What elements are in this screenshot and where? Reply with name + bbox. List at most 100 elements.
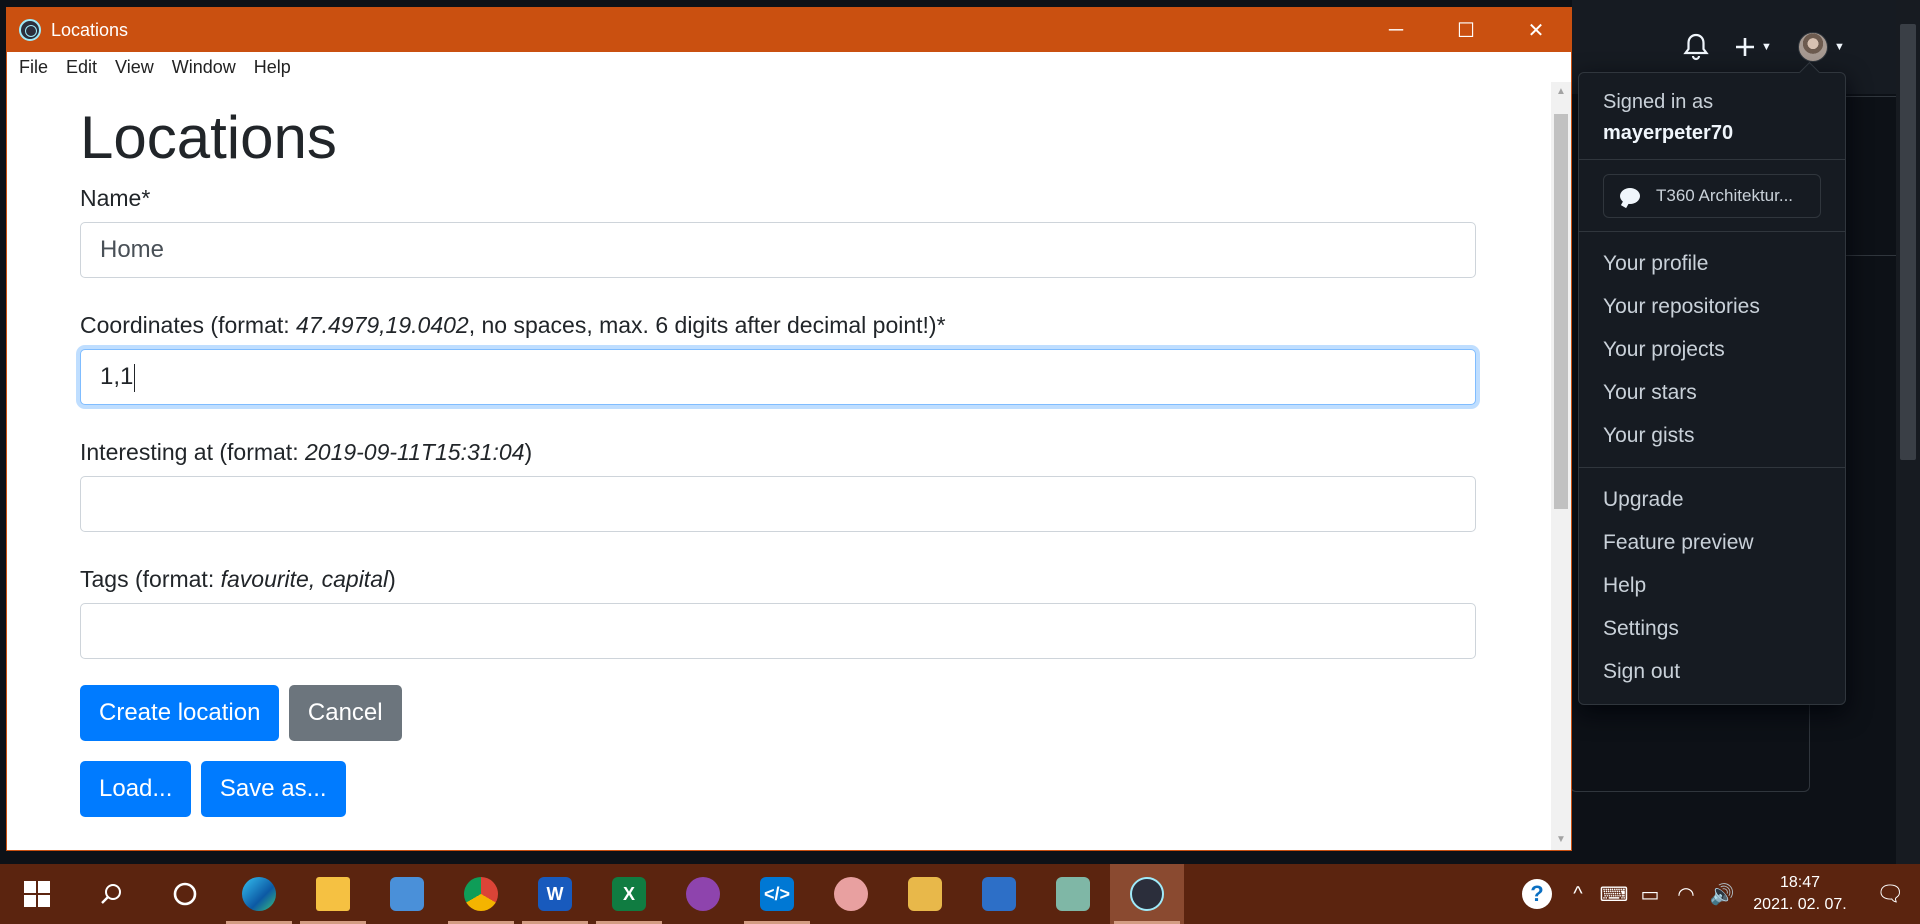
settings-link[interactable]: Settings (1579, 607, 1845, 650)
interesting-label-prefix: Interesting at (format: (80, 439, 305, 465)
scroll-down-arrow-icon[interactable]: ▼ (1551, 830, 1571, 850)
taskbar-electron[interactable] (1110, 864, 1184, 924)
edge-icon (242, 877, 276, 911)
your-profile-link[interactable]: Your profile (1579, 242, 1845, 285)
menu-file[interactable]: File (10, 57, 57, 78)
notifications-bell-icon[interactable] (1683, 30, 1709, 64)
create-location-button[interactable]: Create location (80, 685, 280, 741)
menu-group-account: Upgrade Feature preview Help Settings Si… (1579, 468, 1845, 703)
feature-preview-link[interactable]: Feature preview (1579, 521, 1845, 564)
github-lower-panel (1570, 700, 1810, 792)
create-new-plus-icon[interactable]: ▼ (1735, 30, 1772, 64)
electron-icon (1130, 877, 1164, 911)
taskbar-edge[interactable] (222, 864, 296, 924)
taskbar-chrome[interactable] (444, 864, 518, 924)
battery-icon[interactable]: ▭ (1632, 882, 1668, 907)
taskbar-snipping-tool[interactable] (814, 864, 888, 924)
taskbar-notepad[interactable] (1036, 864, 1110, 924)
taskbar-search-button[interactable] (74, 864, 148, 924)
avatar (1798, 32, 1828, 62)
interesting-at-label: Interesting at (format: 2019-09-11T15:31… (80, 436, 1477, 468)
menu-edit[interactable]: Edit (57, 57, 106, 78)
menu-view[interactable]: View (106, 57, 163, 78)
taskbar-sync-folder[interactable] (888, 864, 962, 924)
taskbar-file-explorer[interactable] (296, 864, 370, 924)
taskbar-excel[interactable]: X (592, 864, 666, 924)
coordinates-label-prefix: Coordinates (format: (80, 312, 297, 338)
set-status-button[interactable]: T360 Architektur... (1603, 174, 1821, 218)
notepad-icon (1056, 877, 1090, 911)
tags-input[interactable] (80, 603, 1476, 659)
menu-help[interactable]: Help (245, 57, 300, 78)
sign-out-link[interactable]: Sign out (1579, 650, 1845, 693)
taskbar-network-tool[interactable] (962, 864, 1036, 924)
signed-in-label: Signed in as (1603, 91, 1714, 113)
show-hidden-icons-chevron-icon[interactable]: ^ (1560, 883, 1596, 906)
browser-scrollbar-thumb[interactable] (1900, 24, 1916, 460)
menu-bar: File Edit View Window Help (7, 52, 1571, 82)
help-link[interactable]: Help (1579, 564, 1845, 607)
search-icon (101, 884, 121, 904)
taskbar-github-desktop[interactable] (666, 864, 740, 924)
signed-in-header: Signed in as mayerpeter70 (1579, 73, 1845, 159)
browser-scrollbar[interactable] (1896, 0, 1920, 864)
page-content: Locations Name* Home Coordinates (format… (7, 82, 1550, 850)
taskbar-vscode[interactable]: </> (740, 864, 814, 924)
taskbar-remote-desktop[interactable] (370, 864, 444, 924)
cancel-button[interactable]: Cancel (288, 685, 402, 741)
word-icon: W (538, 877, 572, 911)
menu-window[interactable]: Window (163, 57, 245, 78)
action-center-icon[interactable]: 🗨 (1860, 881, 1920, 907)
coordinates-label-suffix: , no spaces, max. 6 digits after decimal… (468, 312, 946, 338)
load-button[interactable]: Load... (80, 761, 192, 817)
your-gists-link[interactable]: Your gists (1579, 414, 1845, 457)
wifi-icon[interactable]: ◠ (1668, 882, 1704, 907)
windows-taskbar: W X </> ? ^ ⌨ ▭ ◠ 🔊 18:47 2021. 02. 07. … (0, 864, 1920, 924)
taskbar-clock[interactable]: 18:47 2021. 02. 07. (1740, 872, 1860, 916)
your-stars-link[interactable]: Your stars (1579, 371, 1845, 414)
clock-time: 18:47 (1779, 874, 1821, 891)
help-icon[interactable]: ? (1522, 879, 1552, 909)
page-title: Locations (80, 104, 337, 171)
speech-bubble-icon (1620, 188, 1640, 204)
minimize-button[interactable]: ─ (1361, 8, 1431, 52)
snipping-tool-icon (834, 877, 868, 911)
interesting-label-suffix: ) (524, 439, 533, 465)
start-button[interactable] (0, 864, 74, 924)
title-bar[interactable]: Locations ─ ☐ ✕ (7, 8, 1571, 52)
touch-keyboard-icon[interactable]: ⌨ (1596, 882, 1632, 907)
user-dropdown-menu: Signed in as mayerpeter70 T360 Architekt… (1578, 72, 1846, 705)
vertical-scrollbar[interactable]: ▲ ▼ (1551, 82, 1571, 850)
scrollbar-thumb[interactable] (1554, 114, 1568, 509)
your-repositories-link[interactable]: Your repositories (1579, 285, 1845, 328)
scroll-up-arrow-icon[interactable]: ▲ (1551, 82, 1571, 102)
username[interactable]: mayerpeter70 (1603, 122, 1733, 144)
tags-label-suffix: ) (388, 566, 396, 592)
remote-desktop-icon (390, 877, 424, 911)
excel-icon: X (612, 877, 646, 911)
github-desktop-icon (686, 877, 720, 911)
coordinates-value: 1,1 (100, 363, 134, 390)
vscode-icon: </> (760, 877, 794, 911)
upgrade-link[interactable]: Upgrade (1579, 478, 1845, 521)
interesting-at-input[interactable] (80, 476, 1476, 532)
coordinates-input[interactable]: 1,1 (80, 349, 1476, 405)
maximize-button[interactable]: ☐ (1431, 8, 1501, 52)
taskbar-word[interactable]: W (518, 864, 592, 924)
your-projects-link[interactable]: Your projects (1579, 328, 1845, 371)
minimize-icon: ─ (1388, 18, 1404, 41)
close-button[interactable]: ✕ (1501, 8, 1571, 52)
sync-folder-icon (908, 877, 942, 911)
clock-date: 2021. 02. 07. (1753, 896, 1847, 913)
name-label: Name* (80, 185, 151, 211)
user-avatar-menu[interactable]: ▼ (1798, 30, 1845, 64)
window-title: Locations (51, 19, 129, 40)
name-input[interactable]: Home (80, 222, 1476, 278)
file-explorer-icon (316, 877, 350, 911)
status-text: T360 Architektur... (1656, 186, 1794, 205)
cortana-button[interactable] (148, 864, 222, 924)
tags-format-example: favourite, capital (220, 566, 389, 592)
save-as-button[interactable]: Save as... (200, 761, 346, 817)
volume-icon[interactable]: 🔊 (1704, 882, 1740, 907)
system-tray: ? ^ ⌨ ▭ ◠ 🔊 18:47 2021. 02. 07. 🗨 (1522, 864, 1920, 924)
